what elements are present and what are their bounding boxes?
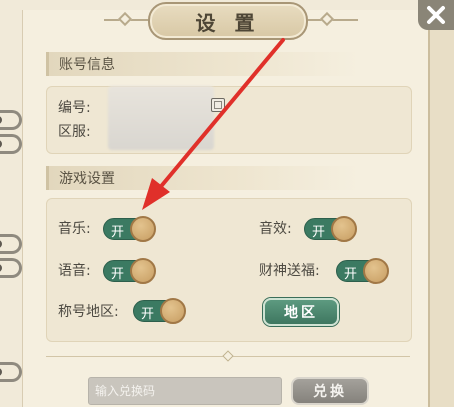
binder-ring: [0, 110, 22, 130]
fortune-label: 财神送福:: [259, 263, 320, 279]
sound-effects-label: 音效:: [259, 221, 292, 237]
account-section-header: 账号信息: [46, 52, 358, 76]
binder-ring: [0, 134, 22, 154]
id-label: 编号:: [58, 100, 91, 116]
game-section-header: 游戏设置: [46, 166, 358, 190]
settings-panel: 设 置 账号信息 编号: 区服: 游戏设置 音乐: 开 音效: 开 语音: 开 …: [0, 0, 454, 407]
title-region-label: 称号地区:: [58, 304, 119, 320]
music-label: 音乐:: [58, 221, 91, 237]
sound-effects-toggle[interactable]: 开: [304, 216, 357, 242]
toggle-state-text: 开: [111, 267, 125, 282]
toggle-knob: [160, 298, 186, 324]
fortune-toggle[interactable]: 开: [336, 258, 389, 284]
toggle-state-text: 开: [111, 225, 125, 240]
voice-label: 语音:: [58, 263, 91, 279]
copy-icon[interactable]: [211, 98, 225, 112]
account-panel: [46, 86, 412, 154]
toggle-knob: [363, 258, 389, 284]
redacted-account-info: [108, 86, 214, 150]
toggle-knob: [130, 258, 156, 284]
toggle-state-text: 开: [344, 267, 358, 282]
close-icon: [427, 6, 445, 24]
toggle-state-text: 开: [312, 225, 326, 240]
page-title-text: 设 置: [195, 10, 261, 35]
toggle-knob: [130, 216, 156, 242]
close-button[interactable]: [418, 0, 454, 30]
title-region-toggle[interactable]: 开: [133, 298, 186, 324]
server-label: 区服:: [58, 124, 91, 140]
region-button[interactable]: 地区: [263, 298, 339, 326]
binder-ring: [0, 258, 22, 278]
voice-toggle[interactable]: 开: [103, 258, 156, 284]
toggle-knob: [331, 216, 357, 242]
toggle-state-text: 开: [141, 307, 155, 322]
binder-ring: [0, 234, 22, 254]
binder-ring: [0, 362, 22, 382]
redeem-button[interactable]: 兑换: [291, 377, 369, 405]
page-title: 设 置: [148, 2, 308, 40]
music-toggle[interactable]: 开: [103, 216, 156, 242]
page-edge: [430, 0, 454, 407]
redeem-code-input[interactable]: [88, 377, 282, 405]
